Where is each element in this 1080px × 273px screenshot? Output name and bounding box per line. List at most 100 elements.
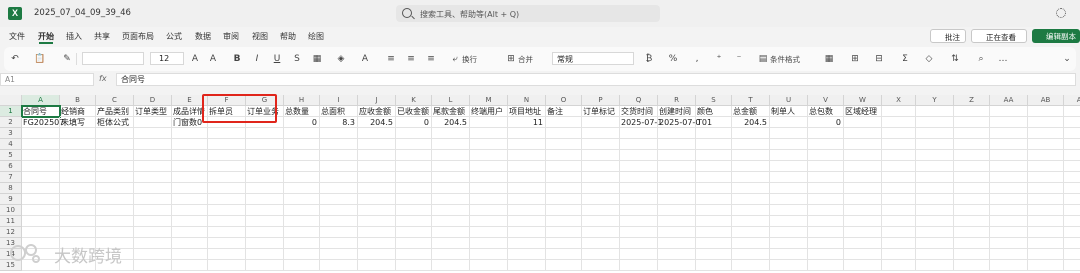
empty-cell[interactable] [696, 260, 732, 271]
data-cell[interactable] [134, 117, 172, 128]
empty-cell[interactable] [60, 205, 96, 216]
empty-cell[interactable] [432, 227, 470, 238]
empty-cell[interactable] [808, 238, 844, 249]
data-cell[interactable]: 2025-07-1 [620, 117, 662, 128]
column-header[interactable]: Q [620, 95, 658, 106]
column-header[interactable]: V [808, 95, 844, 106]
autosum-icon[interactable]: Σ [900, 54, 910, 64]
empty-cell[interactable] [432, 205, 470, 216]
empty-cell[interactable] [732, 249, 770, 260]
empty-cell[interactable] [22, 150, 60, 161]
search-box[interactable]: 搜索工具、帮助等(Alt + Q) [396, 5, 660, 22]
empty-cell[interactable] [954, 172, 990, 183]
empty-cell[interactable] [1064, 183, 1080, 194]
empty-cell[interactable] [396, 205, 432, 216]
empty-cell[interactable] [22, 205, 60, 216]
empty-cell[interactable] [22, 194, 60, 205]
empty-cell[interactable] [508, 227, 546, 238]
header-cell[interactable]: 创建时间 [658, 106, 696, 117]
empty-cell[interactable] [320, 249, 358, 260]
empty-cell[interactable] [60, 172, 96, 183]
insert-icon[interactable]: ⊞ [850, 54, 860, 64]
empty-cell[interactable] [882, 249, 916, 260]
empty-cell[interactable] [808, 150, 844, 161]
empty-cell[interactable] [620, 139, 658, 150]
name-box[interactable]: A1 [0, 73, 94, 86]
empty-cell[interactable] [696, 128, 732, 139]
empty-cell[interactable] [916, 128, 954, 139]
empty-cell[interactable] [246, 183, 284, 194]
empty-cell[interactable] [358, 205, 396, 216]
empty-cell[interactable] [582, 227, 620, 238]
percent-icon[interactable]: % [668, 54, 678, 64]
column-header[interactable]: W [844, 95, 882, 106]
empty-cell[interactable] [658, 128, 696, 139]
empty-cell[interactable] [546, 238, 582, 249]
header-cell[interactable]: 应收金额 [358, 106, 396, 117]
column-header[interactable]: AC [1064, 95, 1080, 106]
empty-cell[interactable] [508, 161, 546, 172]
empty-cell[interactable] [954, 128, 990, 139]
empty-cell[interactable] [470, 216, 508, 227]
empty-cell[interactable] [658, 172, 696, 183]
empty-cell[interactable] [208, 249, 246, 260]
empty-cell[interactable] [770, 205, 808, 216]
empty-cell[interactable] [470, 139, 508, 150]
empty-cell[interactable] [844, 205, 882, 216]
empty-cell[interactable] [1064, 172, 1080, 183]
empty-cell[interactable] [172, 150, 208, 161]
empty-cell[interactable] [1028, 227, 1064, 238]
empty-cell[interactable] [396, 161, 432, 172]
header-cell[interactable]: 总包数 [808, 106, 844, 117]
empty-cell[interactable] [96, 183, 134, 194]
row-header[interactable]: 11 [0, 216, 22, 227]
empty-cell[interactable] [582, 150, 620, 161]
empty-cell[interactable] [916, 249, 954, 260]
empty-cell[interactable] [134, 139, 172, 150]
empty-cell[interactable] [134, 194, 172, 205]
empty-cell[interactable] [470, 260, 508, 271]
empty-cell[interactable] [770, 216, 808, 227]
empty-cell[interactable] [172, 172, 208, 183]
column-header[interactable]: L [432, 95, 470, 106]
data-cell[interactable] [844, 117, 882, 128]
empty-cell[interactable] [732, 150, 770, 161]
empty-cell[interactable] [882, 150, 916, 161]
empty-cell[interactable] [284, 161, 320, 172]
empty-cell[interactable] [582, 183, 620, 194]
empty-cell[interactable] [508, 172, 546, 183]
empty-cell[interactable] [1064, 249, 1080, 260]
header-cell[interactable]: 订单类型 [134, 106, 172, 117]
column-header[interactable]: A [22, 95, 60, 106]
data-cell[interactable] [1064, 117, 1080, 128]
empty-cell[interactable] [320, 172, 358, 183]
empty-cell[interactable] [208, 183, 246, 194]
empty-cell[interactable] [732, 194, 770, 205]
underline-icon[interactable]: U [272, 54, 282, 64]
empty-cell[interactable] [582, 205, 620, 216]
data-cell[interactable]: 2025-07-0 [658, 117, 700, 128]
empty-cell[interactable] [732, 260, 770, 271]
tab-draw[interactable]: 绘图 [308, 31, 324, 42]
empty-cell[interactable] [284, 216, 320, 227]
empty-cell[interactable] [470, 150, 508, 161]
empty-cell[interactable] [882, 161, 916, 172]
decrease-font-icon[interactable]: A [208, 54, 218, 64]
empty-cell[interactable] [246, 260, 284, 271]
empty-cell[interactable] [696, 183, 732, 194]
empty-cell[interactable] [770, 128, 808, 139]
empty-cell[interactable] [358, 216, 396, 227]
empty-cell[interactable] [916, 194, 954, 205]
empty-cell[interactable] [990, 205, 1028, 216]
empty-cell[interactable] [658, 249, 696, 260]
header-cell[interactable]: 备注 [546, 106, 582, 117]
empty-cell[interactable] [844, 150, 882, 161]
empty-cell[interactable] [432, 172, 470, 183]
empty-cell[interactable] [770, 150, 808, 161]
font-color-icon[interactable]: A [360, 54, 370, 64]
empty-cell[interactable] [882, 205, 916, 216]
tab-data[interactable]: 数据 [195, 31, 211, 42]
empty-cell[interactable] [546, 227, 582, 238]
empty-cell[interactable] [620, 161, 658, 172]
tab-file[interactable]: 文件 [9, 31, 25, 42]
